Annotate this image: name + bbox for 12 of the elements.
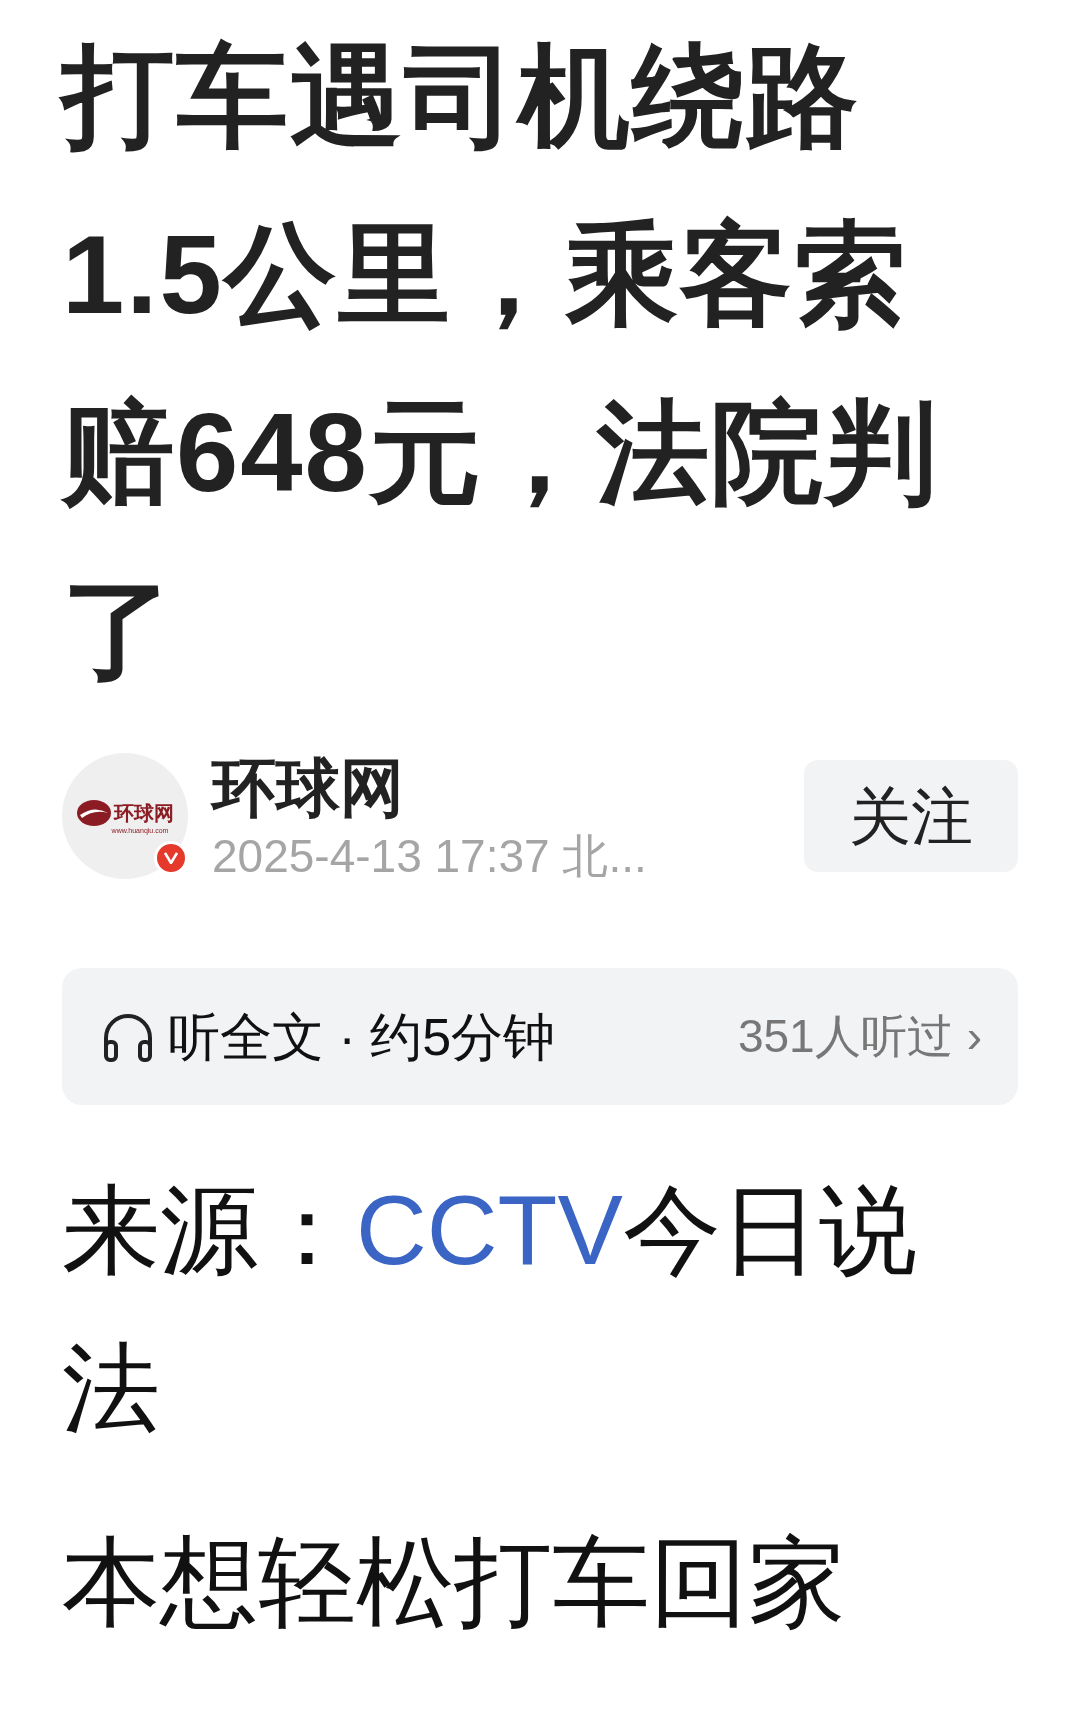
author-name[interactable]: 环球网 [212,748,804,828]
paragraph: 本想轻松打车回家 [62,1526,847,1639]
publish-time: 2025-4-13 17:37 北... [212,829,648,884]
source-link[interactable]: CCTV [356,1175,623,1285]
listen-label: 听全文 · 约5分钟 [168,1006,556,1068]
source-line: 来源：CCTV今日说法 [62,1174,918,1445]
follow-button[interactable]: 关注 [804,760,1018,872]
listen-bar[interactable]: 听全文 · 约5分钟 351人听过 › [62,968,1018,1105]
logo-icon [76,798,112,827]
chevron: › [966,1009,982,1064]
logo-text: 环球网 [114,802,174,823]
listener-count: 351人听过 [737,1009,953,1064]
